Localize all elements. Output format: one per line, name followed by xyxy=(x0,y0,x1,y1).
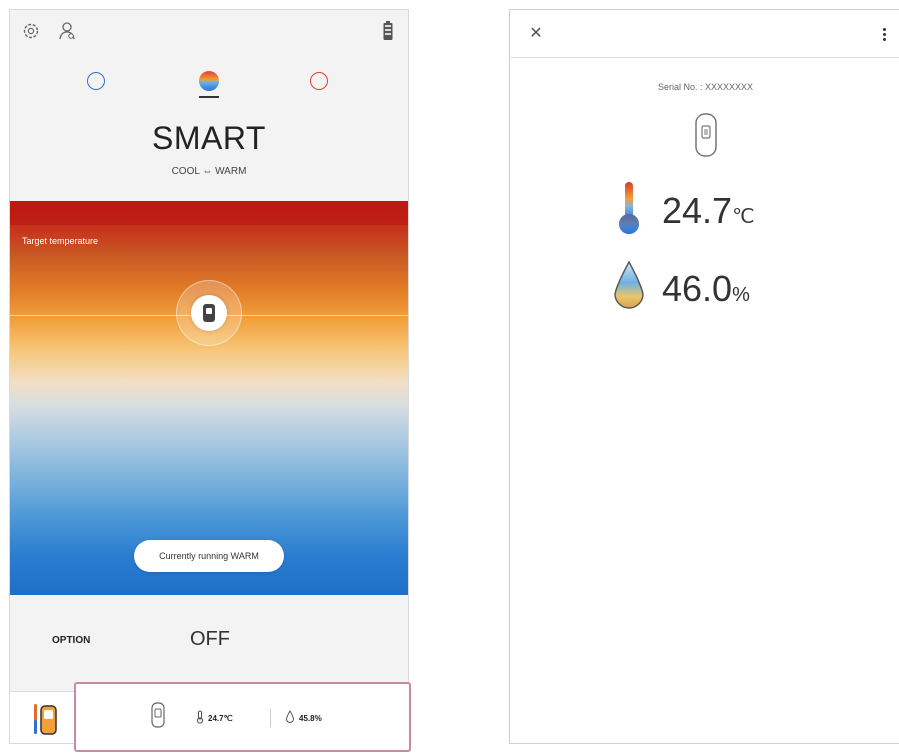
person-icon[interactable] xyxy=(56,20,78,42)
option-value[interactable]: OFF xyxy=(190,628,230,651)
smart-mode-button[interactable] xyxy=(199,71,219,91)
mode-title: SMART xyxy=(152,120,266,156)
mode-subtitle: COOL ⇔ WARM xyxy=(171,166,247,177)
battery-icon xyxy=(377,20,399,42)
mode-header: SMART COOL ⇔ WARM xyxy=(10,10,408,201)
sensor-bar-humidity: 45.8% xyxy=(299,714,322,723)
serial-number: Serial No. : XXXXXXXX xyxy=(657,82,754,92)
water-drop-icon xyxy=(614,260,644,309)
target-temperature-slider-handle[interactable] xyxy=(191,295,227,331)
more-vert-icon[interactable] xyxy=(879,24,889,44)
right-phone-screen: ✕ Serial No. : XXXXXXXX 24.7℃ 46.0% xyxy=(509,9,899,744)
humidity-icon xyxy=(285,710,295,723)
humidity-unit: % xyxy=(732,284,750,306)
warm-mode-button[interactable] xyxy=(310,72,328,90)
settings-icon[interactable] xyxy=(20,20,42,42)
humidity-reading: 46.0% xyxy=(662,268,750,310)
header-divider xyxy=(510,57,899,58)
close-icon[interactable]: ✕ xyxy=(526,24,546,44)
sensor-bar-divider xyxy=(270,709,271,727)
cool-mode-button[interactable] xyxy=(87,72,105,90)
temperature-gradient[interactable] xyxy=(10,201,408,595)
target-temperature-label: Target temperature xyxy=(22,236,99,246)
sensor-bar-temperature: 24.7℃ xyxy=(208,714,233,723)
humidity-value: 46.0 xyxy=(662,268,733,309)
running-status-pill: Currently running WARM xyxy=(134,540,284,572)
sensor-device-icon xyxy=(695,113,717,157)
sensor-readout-bar[interactable]: 24.7℃ 45.8% xyxy=(74,682,411,752)
selected-mode-indicator xyxy=(199,96,219,98)
left-phone-screen: SMART COOL ⇔ WARM Target temperature Cur… xyxy=(9,9,409,744)
option-label: OPTION xyxy=(52,635,91,646)
sensor-device-icon xyxy=(151,702,165,728)
temperature-unit: ℃ xyxy=(732,206,755,228)
sensor-device-icon xyxy=(203,304,215,322)
temperature-reading: 24.7℃ xyxy=(662,190,755,232)
gradient-top-band xyxy=(10,201,408,225)
device-thermometer-icon[interactable] xyxy=(32,702,58,736)
thermometer-icon xyxy=(196,710,204,724)
thermometer-icon xyxy=(619,182,639,234)
temperature-value: 24.7 xyxy=(662,190,733,231)
